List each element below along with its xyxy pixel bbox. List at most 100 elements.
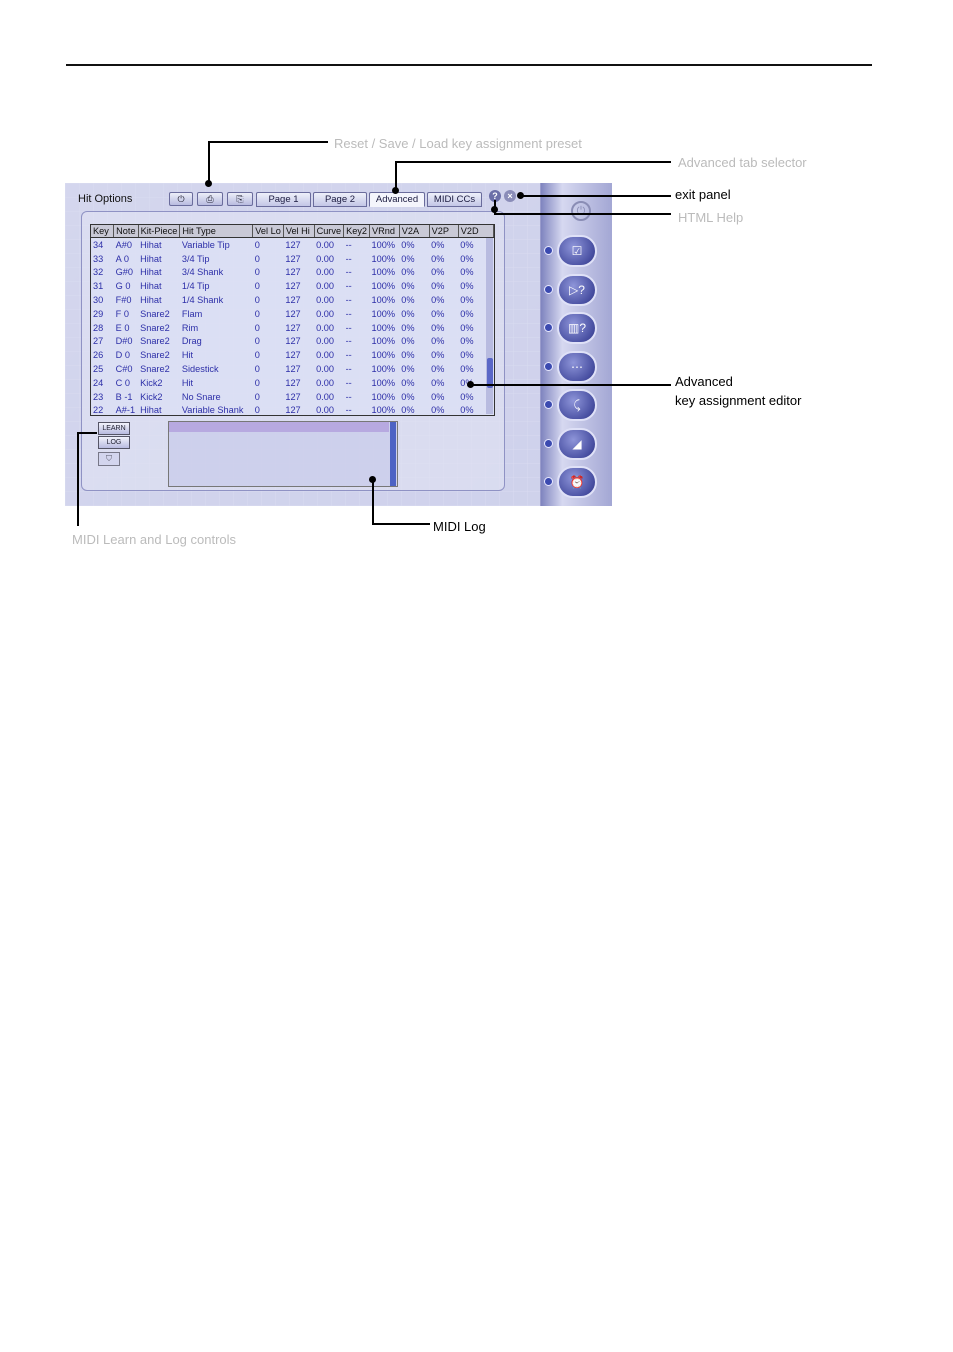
table-cell[interactable]: 0 (253, 266, 284, 280)
table-row[interactable]: 26 D 0 Snare2 Hit 0 127 0.00 -- 100% 0% 0% 0% (91, 348, 494, 362)
table-cell[interactable]: 0.00 (314, 252, 344, 266)
table-cell[interactable]: 100% (370, 279, 400, 293)
table-cell[interactable]: Hihat (138, 238, 180, 252)
table-cell[interactable]: Variable Tip (180, 238, 253, 252)
table-cell[interactable]: 0.00 (314, 293, 344, 307)
table-cell[interactable]: 0% (429, 266, 458, 280)
column-header[interactable]: Vel Lo (252, 225, 284, 238)
table-cell[interactable]: -- (344, 321, 370, 335)
table-cell[interactable]: A 0 (114, 252, 138, 266)
table-cell[interactable]: 100% (370, 321, 400, 335)
table-cell[interactable]: 100% (370, 335, 400, 349)
table-cell[interactable]: 0% (399, 390, 429, 404)
column-header[interactable]: V2P (429, 225, 459, 238)
power-icon[interactable]: ⏻ (571, 201, 591, 221)
table-cell[interactable]: 0% (429, 335, 458, 349)
table-cell[interactable]: 0 (253, 293, 284, 307)
table-cell[interactable]: 0% (429, 293, 458, 307)
table-row[interactable]: 25 C#0 Snare2 Sidestick 0 127 0.00 -- 100% 0% 0% 0% (91, 362, 494, 376)
table-cell[interactable]: 0% (399, 376, 429, 390)
clear-log-button[interactable]: ⛉ (98, 452, 120, 466)
column-header[interactable]: V2A (399, 225, 430, 238)
table-cell[interactable]: 100% (370, 238, 400, 252)
table-cell[interactable]: 127 (283, 348, 314, 362)
table-row[interactable]: 34 A#0 Hihat Variable Tip 0 127 0.00 -- 100% 0% 0%… (91, 238, 494, 252)
table-cell[interactable]: 0% (429, 348, 458, 362)
table-cell[interactable]: Drag (180, 335, 253, 349)
table-cell[interactable]: 0% (429, 279, 458, 293)
table-cell[interactable]: 100% (370, 266, 400, 280)
table-cell[interactable]: 0 (253, 362, 284, 376)
table-cell[interactable]: 0 (253, 348, 284, 362)
table-cell[interactable]: 3/4 Shank (180, 266, 253, 280)
table-cell[interactable]: Rim (180, 321, 253, 335)
table-cell[interactable]: F 0 (114, 307, 138, 321)
table-cell[interactable]: 0% (399, 252, 429, 266)
table-cell[interactable]: 0.00 (314, 404, 344, 415)
table-cell[interactable]: 100% (370, 307, 400, 321)
table-cell[interactable]: Kick2 (138, 376, 180, 390)
table-cell[interactable]: Sidestick (180, 362, 253, 376)
column-header[interactable]: Note (113, 225, 139, 238)
tab-midi-ccs[interactable]: MIDI CCs (427, 192, 482, 207)
table-cell[interactable]: 0% (399, 293, 429, 307)
table-cell[interactable]: 127 (283, 321, 314, 335)
table-cell[interactable]: 0% (429, 390, 458, 404)
table-cell[interactable]: 3/4 Tip (180, 252, 253, 266)
table-row[interactable]: 31 G 0 Hihat 1/4 Tip 0 127 0.00 -- 100% 0% 0% 0% (91, 279, 494, 293)
column-header[interactable]: V2D (458, 225, 494, 238)
table-cell[interactable]: -- (344, 404, 370, 415)
table-cell[interactable]: 0 (253, 321, 284, 335)
table-cell[interactable]: 0.00 (314, 376, 344, 390)
table-cell[interactable]: F#0 (114, 293, 138, 307)
table-cell[interactable]: 0% (399, 279, 429, 293)
table-cell[interactable]: 1/4 Shank (180, 293, 253, 307)
table-cell[interactable]: Snare2 (138, 321, 180, 335)
midi-log-scrollbar[interactable] (390, 422, 396, 486)
dock-button[interactable]: ▥? (557, 312, 597, 344)
dock-button[interactable]: ⏰ (557, 466, 597, 498)
table-cell[interactable]: 30 (91, 293, 114, 307)
table-cell[interactable]: 0 (253, 376, 284, 390)
table-cell[interactable]: 0.00 (314, 321, 344, 335)
table-cell[interactable]: 127 (283, 266, 314, 280)
dock-button[interactable]: ▷? (557, 273, 597, 306)
table-cell[interactable]: 28 (91, 321, 114, 335)
table-cell[interactable]: 0 (253, 404, 284, 415)
table-cell[interactable]: 0% (399, 404, 429, 415)
table-cell[interactable]: -- (344, 266, 370, 280)
table-cell[interactable]: -- (344, 348, 370, 362)
learn-button[interactable]: LEARN (98, 422, 130, 435)
dock-button[interactable]: ⤹ (557, 389, 597, 421)
key-assignment-table[interactable]: Key Note Kit-Piece Hit Type Vel Lo Vel H… (90, 224, 495, 416)
close-button[interactable]: × (504, 190, 516, 202)
table-cell[interactable]: 0% (429, 321, 458, 335)
table-cell[interactable]: 100% (370, 404, 400, 415)
column-header[interactable]: Key (91, 225, 115, 238)
table-cell[interactable]: 23 (91, 390, 114, 404)
column-header[interactable]: Hit Type (179, 225, 254, 238)
table-cell[interactable]: 127 (283, 390, 314, 404)
table-row[interactable]: 24C 0Kick2Hit01270.00--100%0%0%0% (91, 376, 494, 390)
table-cell[interactable]: 0.00 (314, 238, 344, 252)
table-cell[interactable]: 22 (91, 404, 114, 415)
table-cell[interactable]: No Snare (180, 390, 253, 404)
column-header[interactable]: Vel Hi (283, 225, 315, 238)
column-header[interactable]: Curve (314, 225, 345, 238)
tab-page-1[interactable]: Page 1 (256, 192, 311, 207)
table-row[interactable]: 30 F#0 Hihat 1/4 Shank 0 127 0.00 -- 100% 0% 0% 0% (91, 293, 494, 307)
dock-button[interactable]: ☑ (557, 235, 597, 267)
table-cell[interactable]: 0.00 (314, 390, 344, 404)
table-cell[interactable]: 0% (399, 335, 429, 349)
table-cell[interactable]: Hit (180, 376, 253, 390)
table-cell[interactable]: -- (344, 252, 370, 266)
table-cell[interactable]: D#0 (114, 335, 138, 349)
table-cell[interactable]: Variable Shank (180, 404, 253, 415)
load-preset-button[interactable]: ⎘ (227, 192, 253, 206)
log-button[interactable]: LOG (98, 436, 130, 449)
table-cell[interactable]: 0% (399, 238, 429, 252)
table-cell[interactable]: 0.00 (314, 348, 344, 362)
table-row[interactable]: 32 G#0 Hihat 3/4 Shank 0 127 0.00 -- 100% 0% 0% 0% (91, 266, 494, 280)
table-cell[interactable]: A#0 (114, 238, 138, 252)
table-cell[interactable]: -- (344, 293, 370, 307)
